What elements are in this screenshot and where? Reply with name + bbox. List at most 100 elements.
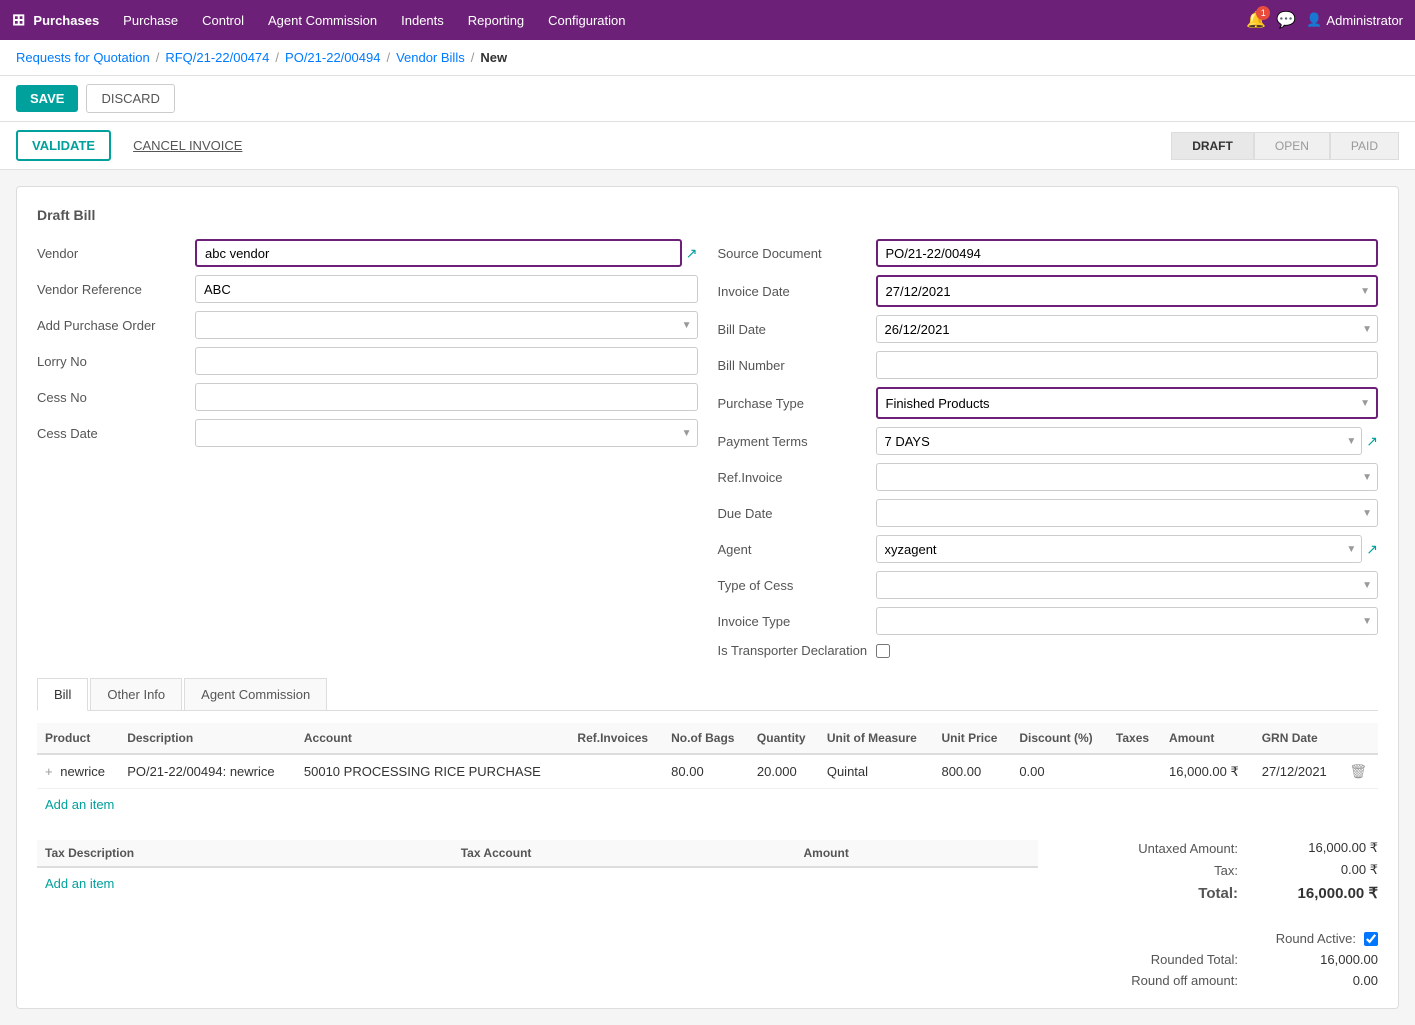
add-po-select[interactable] [195,311,698,339]
row-delete[interactable]: 🗑 [1341,754,1378,789]
menu-indents[interactable]: Indents [393,9,452,32]
tab-agent-commission[interactable]: Agent Commission [184,678,327,710]
main-content: Draft Bill Vendor abc vendor ↗ Vendor Re… [0,170,1415,1025]
navbar-menu: Purchase Control Agent Commission Indent… [115,9,1230,32]
menu-control[interactable]: Control [194,9,252,32]
menu-agent-commission[interactable]: Agent Commission [260,9,385,32]
is-transporter-group: Is Transporter Declaration [718,643,1379,658]
vendor-select[interactable]: abc vendor [195,239,682,267]
invoice-date-wrapper: 27/12/2021 ▼ [876,275,1379,307]
tax-section: Tax Description Tax Account Amount Add a… [37,840,1378,988]
col-uom: Unit of Measure [819,723,934,754]
add-po-group: Add Purchase Order ▼ [37,311,698,339]
invoice-type-label: Invoice Type [718,614,868,629]
breadcrumb-rfq[interactable]: Requests for Quotation [16,50,150,65]
validate-button[interactable]: VALIDATE [16,130,111,161]
invoice-date-select[interactable]: 27/12/2021 [878,277,1377,305]
round-active-checkbox[interactable] [1364,932,1378,946]
invoice-type-group: Invoice Type ▼ [718,607,1379,635]
is-transporter-label: Is Transporter Declaration [718,643,868,658]
row-uom: Quintal [819,754,934,789]
untaxed-amount-row: Untaxed Amount: 16,000.00 ₹ [1058,840,1378,856]
agent-field-wrapper: xyzagent ▼ ↗ [876,535,1379,563]
menu-purchase[interactable]: Purchase [115,9,186,32]
ref-invoice-wrapper: ▼ [876,463,1379,491]
bill-number-group: Bill Number [718,351,1379,379]
form-right: Source Document Invoice Date 27/12/2021 … [718,239,1379,658]
vendor-group: Vendor abc vendor ↗ [37,239,698,267]
purchase-type-wrapper: Finished Products ▼ [876,387,1379,419]
col-quantity: Quantity [749,723,819,754]
total-row: Total: 16,000.00 ₹ [1058,884,1378,902]
bill-number-input[interactable] [876,351,1379,379]
row-description: PO/21-22/00494: newrice [119,754,296,789]
breadcrumb-sep-1: / [156,50,160,65]
add-po-label: Add Purchase Order [37,318,187,333]
user-menu[interactable]: 👤 Administrator [1306,12,1403,28]
bill-number-label: Bill Number [718,358,868,373]
col-discount: Discount (%) [1011,723,1108,754]
tax-add-item-link[interactable]: Add an item [37,868,122,899]
menu-configuration[interactable]: Configuration [540,9,633,32]
save-button[interactable]: SAVE [16,85,78,112]
row-expand[interactable]: + newrice [37,754,119,789]
breadcrumb-po-number[interactable]: PO/21-22/00494 [285,50,380,65]
breadcrumb-vendor-bills[interactable]: Vendor Bills [396,50,465,65]
breadcrumb-rfq-number[interactable]: RFQ/21-22/00474 [165,50,269,65]
cess-date-wrapper: ▼ [195,419,698,447]
payment-terms-group: Payment Terms 7 DAYS ▼ ↗ [718,427,1379,455]
status-paid[interactable]: PAID [1330,132,1399,160]
table-row: + newrice PO/21-22/00494: newrice 50010 … [37,754,1378,789]
bill-date-select[interactable]: 26/12/2021 [876,315,1379,343]
col-ref-invoices: Ref.Invoices [569,723,663,754]
col-actions [1341,723,1378,754]
round-off-value: 0.00 [1278,973,1378,988]
action-bar: SAVE DISCARD [0,76,1415,122]
payment-terms-external-link-icon[interactable]: ↗ [1366,433,1378,450]
tax-label: Tax: [1098,863,1238,878]
tab-bill[interactable]: Bill [37,678,88,711]
payment-terms-wrapper: 7 DAYS ▼ [876,427,1363,455]
purchase-type-select[interactable]: Finished Products [878,389,1377,417]
grid-icon[interactable]: ⊞ [12,10,25,30]
expand-icon[interactable]: + [45,764,53,779]
discard-button[interactable]: DISCARD [86,84,175,113]
breadcrumb-sep-4: / [471,50,475,65]
type-of-cess-wrapper: ▼ [876,571,1379,599]
rounded-total-row: Rounded Total: 16,000.00 [1058,952,1378,967]
round-off-row: Round off amount: 0.00 [1058,973,1378,988]
vendor-external-link-icon[interactable]: ↗ [686,245,698,262]
rounded-total-value: 16,000.00 [1278,952,1378,967]
menu-reporting[interactable]: Reporting [460,9,532,32]
purchase-type-group: Purchase Type Finished Products ▼ [718,387,1379,419]
chat-icon[interactable]: 💬 [1276,10,1296,30]
col-grn-date: GRN Date [1254,723,1342,754]
cess-no-input[interactable] [195,383,698,411]
vendor-field-wrapper: abc vendor ↗ [195,239,698,267]
navbar-brand: ⊞ Purchases [12,10,99,30]
cancel-invoice-button[interactable]: CANCEL INVOICE [119,132,256,159]
status-draft[interactable]: DRAFT [1171,132,1254,160]
add-item-link[interactable]: Add an item [37,789,122,820]
status-open[interactable]: OPEN [1254,132,1330,160]
form-fields: Vendor abc vendor ↗ Vendor Reference Add [37,239,1378,658]
payment-terms-select[interactable]: 7 DAYS [876,427,1363,455]
invoice-type-select[interactable] [876,607,1379,635]
vendor-ref-input[interactable] [195,275,698,303]
is-transporter-checkbox[interactable] [876,644,890,658]
lorry-no-input[interactable] [195,347,698,375]
ref-invoice-select[interactable] [876,463,1379,491]
tax-col-amount: Amount [796,840,1039,867]
agent-external-link-icon[interactable]: ↗ [1366,541,1378,558]
cess-date-select[interactable] [195,419,698,447]
total-value: 16,000.00 ₹ [1278,884,1378,902]
delete-row-icon[interactable]: 🗑 [1349,763,1367,779]
notification-icon[interactable]: 🔔 1 [1246,10,1266,30]
round-off-label: Round off amount: [1098,973,1238,988]
due-date-select[interactable] [876,499,1379,527]
type-of-cess-select[interactable] [876,571,1379,599]
purchase-type-label: Purchase Type [718,396,868,411]
agent-select[interactable]: xyzagent [876,535,1363,563]
tab-other-info[interactable]: Other Info [90,678,182,710]
source-doc-input[interactable] [876,239,1379,267]
